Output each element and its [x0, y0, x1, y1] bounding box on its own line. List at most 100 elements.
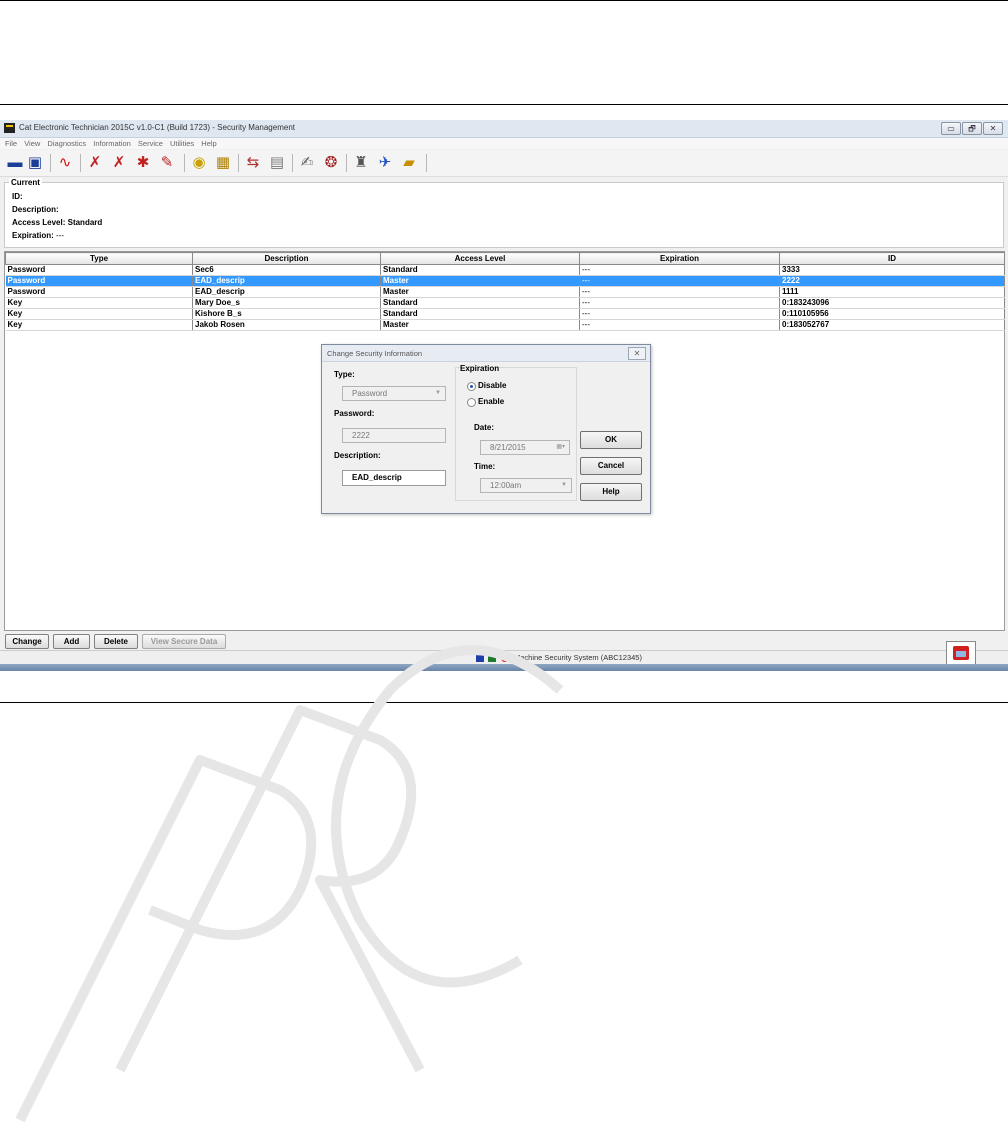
active-diag-icon[interactable]: ✗	[86, 154, 104, 172]
menu-view[interactable]: View	[24, 138, 40, 149]
dialog-title: Change Security Information	[327, 349, 423, 358]
cell-description: Sec6	[192, 264, 381, 276]
current-access-level: Access Level: Standard	[12, 218, 103, 227]
dialog-title-bar: Change Security Information ✕	[322, 345, 650, 362]
time-select[interactable]: 12:00am ▼	[480, 478, 572, 493]
current-id: ID:	[12, 192, 23, 201]
app-window: Cat Electronic Technician 2015C v1.0-C1 …	[0, 120, 1008, 671]
menu-file[interactable]: File	[5, 138, 17, 149]
table-row[interactable]: Key Jakob Rosen Master --- 0:183052767	[5, 319, 1005, 331]
close-button[interactable]: ✕	[983, 122, 1003, 135]
lower-rule	[0, 702, 1008, 703]
cell-id: 3333	[779, 264, 1005, 276]
ok-button[interactable]: OK	[580, 431, 642, 449]
logged-diag-icon[interactable]: ✗	[110, 154, 128, 172]
status-green-icon	[488, 654, 496, 662]
print-icon[interactable]: ▤	[268, 154, 286, 172]
cell-expiration: ---	[579, 264, 780, 276]
cell-access-level: Master	[380, 275, 580, 287]
password-field[interactable]: 2222	[342, 428, 446, 443]
date-label: Date:	[474, 423, 495, 432]
flash-icon[interactable]: ◉	[190, 154, 208, 172]
menu-service[interactable]: Service	[138, 138, 163, 149]
app-logo-icon	[4, 123, 15, 133]
cell-id: 2222	[779, 275, 1005, 287]
description-value: EAD_descrip	[352, 473, 402, 482]
table-row[interactable]: Key Mary Doe_s Standard --- 0:183243096	[5, 297, 1005, 309]
tools-icon[interactable]: ❂	[322, 154, 340, 172]
cell-id: 0:183243096	[779, 297, 1005, 309]
connect-icon[interactable]: ▬	[6, 154, 24, 172]
menu-help[interactable]: Help	[201, 138, 216, 149]
toolbar-divider	[292, 154, 293, 172]
column-header-access-level[interactable]: Access Level	[380, 252, 580, 265]
cell-expiration: ---	[579, 319, 780, 331]
type-label: Type:	[334, 370, 355, 379]
add-button[interactable]: Add	[53, 634, 90, 649]
cell-access-level: Standard	[380, 264, 580, 276]
title-bar: Cat Electronic Technician 2015C v1.0-C1 …	[0, 120, 1008, 138]
expiration-legend: Expiration	[460, 364, 500, 373]
enable-label[interactable]: Enable	[478, 397, 504, 406]
table-row-selected[interactable]: Password EAD_descrip Master --- 2222	[5, 275, 1005, 287]
date-picker[interactable]: 8/21/2015 ▦▾	[480, 440, 570, 455]
cell-type: Key	[5, 308, 193, 320]
status-alert-icon	[501, 654, 509, 662]
password-value: 2222	[352, 431, 370, 440]
type-value: Password	[352, 389, 388, 398]
current-description: Description:	[12, 205, 59, 214]
time-label: Time:	[474, 462, 496, 471]
top-rule	[0, 0, 1008, 1]
ecu-icon[interactable]: ✈	[376, 154, 394, 172]
disable-radio[interactable]	[467, 382, 476, 391]
toolbar-divider	[80, 154, 81, 172]
toolbar: ▬ ▣ ∿ ✗ ✗ ✱ ✎ ◉ ▦ ⇆ ▤ ✍ ❂ ♜ ✈ ▰	[0, 150, 1008, 177]
column-header-id[interactable]: ID	[779, 252, 1005, 265]
upper-rule	[0, 104, 1008, 105]
column-header-type[interactable]: Type	[5, 252, 193, 265]
report-icon[interactable]: ✍	[298, 154, 316, 172]
toolbar-divider	[426, 154, 427, 172]
column-header-description[interactable]: Description	[192, 252, 381, 265]
events-icon[interactable]: ✱	[134, 154, 152, 172]
change-security-dialog: Change Security Information ✕ Type: Pass…	[321, 344, 651, 514]
security-table: Type Description Access Level Expiration…	[5, 252, 1005, 331]
enable-radio[interactable]	[467, 398, 476, 407]
current-expiration: Expiration: ---	[12, 231, 65, 240]
delete-button[interactable]: Delete	[94, 634, 138, 649]
security-icon[interactable]: ♜	[352, 154, 370, 172]
cancel-button[interactable]: Cancel	[580, 457, 642, 475]
description-field[interactable]: EAD_descrip	[342, 470, 446, 486]
help-button[interactable]: Help	[580, 483, 642, 501]
cell-type: Password	[5, 275, 193, 287]
cell-type: Key	[5, 319, 193, 331]
menu-diagnostics[interactable]: Diagnostics	[47, 138, 86, 149]
current-info-group: Current ID: Description: Access Level: S…	[4, 178, 1004, 248]
menu-utilities[interactable]: Utilities	[170, 138, 194, 149]
current-legend: Current	[9, 178, 42, 187]
toolbar-divider	[346, 154, 347, 172]
calibrate-icon[interactable]: ⇆	[244, 154, 262, 172]
description-label: Description:	[334, 451, 381, 460]
table-row[interactable]: Password Sec6 Standard --- 3333	[5, 264, 1005, 276]
restore-button[interactable]: 🗗	[962, 122, 982, 135]
cell-access-level: Master	[380, 286, 580, 298]
minimize-button[interactable]: ▭	[941, 122, 961, 135]
clear-events-icon[interactable]: ✎	[158, 154, 176, 172]
menu-information[interactable]: Information	[93, 138, 131, 149]
table-row[interactable]: Password EAD_descrip Master --- 1111	[5, 286, 1005, 298]
config-icon[interactable]: ▦	[214, 154, 232, 172]
type-select[interactable]: Password ▼	[342, 386, 446, 401]
status-graph-icon[interactable]: ∿	[56, 154, 74, 172]
disconnect-icon[interactable]: ▣	[26, 154, 44, 172]
dialog-close-button[interactable]: ✕	[628, 347, 646, 360]
column-header-expiration[interactable]: Expiration	[579, 252, 780, 265]
lock-icon[interactable]: ▰	[400, 154, 418, 172]
disable-label[interactable]: Disable	[478, 381, 506, 390]
date-value: 8/21/2015	[490, 443, 526, 452]
password-label: Password:	[334, 409, 375, 418]
calendar-icon: ▦▾	[556, 444, 565, 450]
change-button[interactable]: Change	[5, 634, 49, 649]
table-header-row: Type Description Access Level Expiration…	[5, 252, 1005, 265]
table-row[interactable]: Key Kishore B_s Standard --- 0:110105956	[5, 308, 1005, 320]
